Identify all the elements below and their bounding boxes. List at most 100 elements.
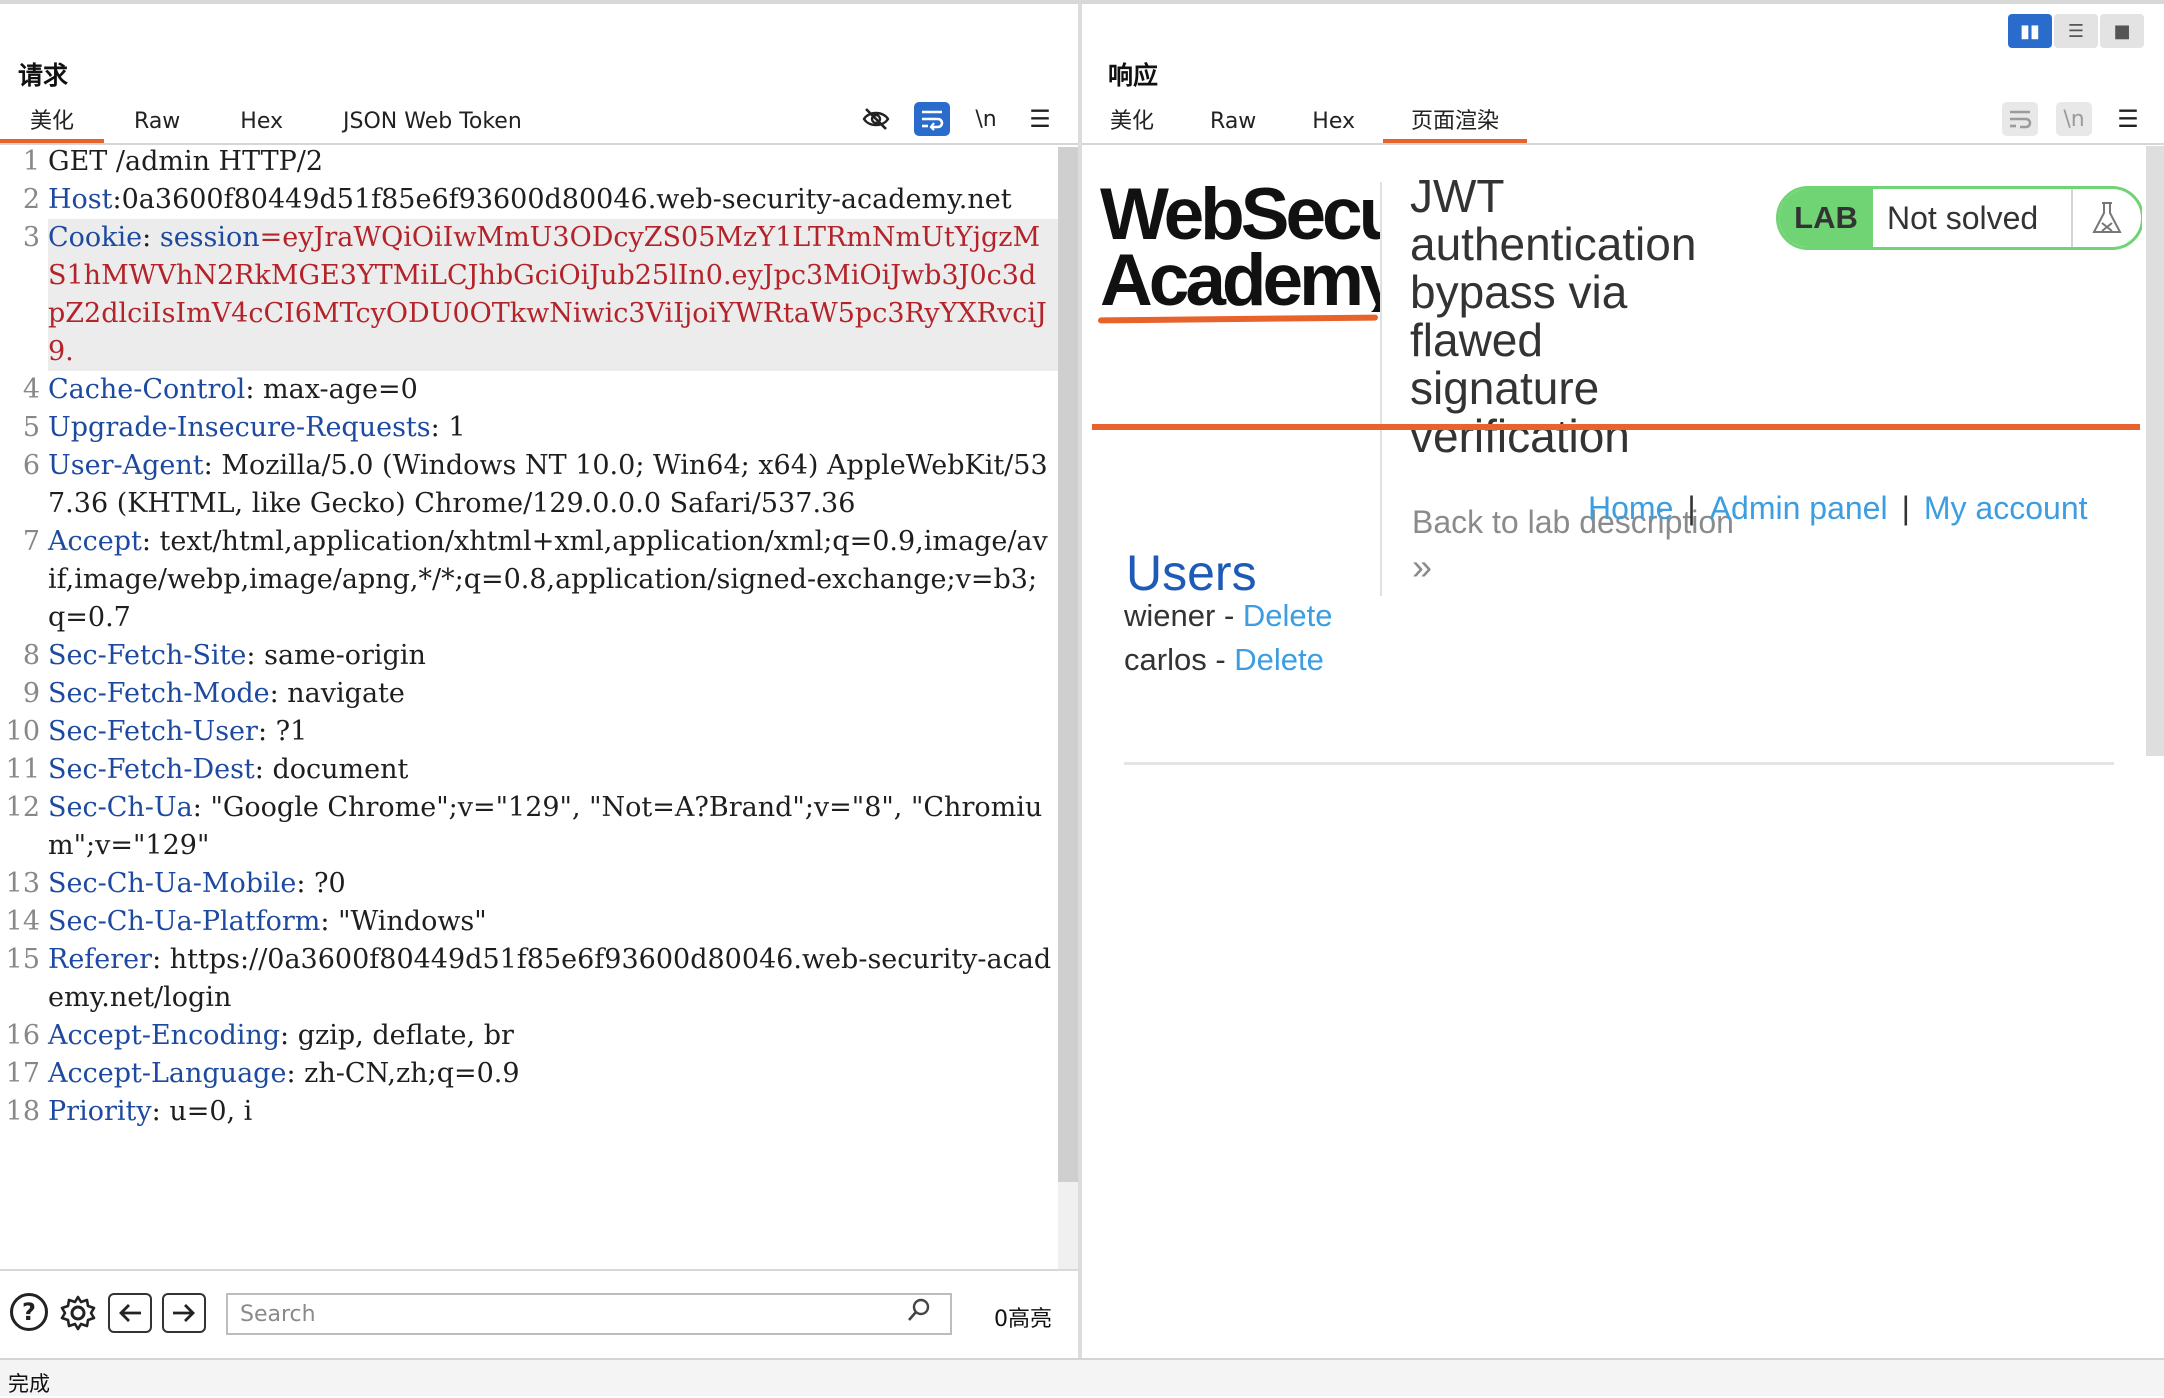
request-line[interactable]: 15 Referer: https://0a3600f80449d51f85e6f… bbox=[0, 941, 1058, 1017]
header-separator: : bbox=[246, 640, 265, 671]
user-name: carlos bbox=[1124, 642, 1207, 677]
request-line[interactable]: 6 User-Agent: Mozilla/5.0 (Windows NT 10.… bbox=[0, 447, 1058, 523]
nav-separator: | bbox=[1687, 490, 1696, 526]
user-row: carlos - Delete bbox=[1124, 642, 1324, 678]
request-line[interactable]: 3 Cookie: session=eyJraWQiOiIwMmU3ODcyZS0… bbox=[0, 219, 1058, 371]
header-separator: : bbox=[142, 222, 160, 253]
request-line[interactable]: 9 Sec-Fetch-Mode: navigate bbox=[0, 675, 1058, 713]
request-editor[interactable]: 1 GET /admin HTTP/2 2 Host:0a3600f80449d51f… bbox=[0, 143, 1058, 1269]
line-content: Sec-Fetch-User: ?1 bbox=[48, 713, 1058, 751]
tab-request-raw[interactable]: Raw bbox=[104, 100, 210, 144]
help-icon[interactable]: ? bbox=[10, 1293, 48, 1331]
request-tabs: 美化 Raw Hex JSON Web Token bbox=[0, 100, 552, 144]
user-name: wiener bbox=[1124, 598, 1216, 633]
request-line[interactable]: 8 Sec-Fetch-Site: same-origin bbox=[0, 637, 1058, 675]
header-name: Priority bbox=[48, 1096, 152, 1127]
nav-my-account-link[interactable]: My account bbox=[1924, 490, 2088, 527]
delete-user-link[interactable]: Delete bbox=[1234, 642, 1324, 677]
layout-single-button[interactable]: ■ bbox=[2100, 14, 2144, 48]
tab-response-raw[interactable]: Raw bbox=[1182, 100, 1284, 144]
tab-request-hex[interactable]: Hex bbox=[210, 100, 313, 144]
header-separator: : bbox=[320, 906, 339, 937]
line-number: 18 bbox=[5, 1096, 40, 1127]
header-value: 1 bbox=[448, 412, 466, 443]
web-security-academy-logo[interactable]: WebSecurity Academy bbox=[1100, 182, 1382, 312]
request-line[interactable]: 13 Sec-Ch-Ua-Mobile: ?0 bbox=[0, 865, 1058, 903]
request-line[interactable]: 2 Host:0a3600f80449d51f85e6f93600d80046.w… bbox=[0, 181, 1058, 219]
menu-icon[interactable]: ☰ bbox=[1022, 102, 1058, 136]
show-newlines-toggle[interactable]: \n bbox=[968, 102, 1004, 136]
tab-response-hex[interactable]: Hex bbox=[1284, 100, 1383, 144]
logo-line-1: WebSecurity bbox=[1100, 182, 1382, 255]
header-separator: : bbox=[257, 716, 276, 747]
lab-status-text: Not solved bbox=[1873, 189, 2073, 247]
header-value: same-origin bbox=[264, 640, 426, 671]
request-line[interactable]: 11 Sec-Fetch-Dest: document bbox=[0, 751, 1058, 789]
cookie-name: session bbox=[159, 222, 260, 253]
line-number: 9 bbox=[22, 678, 40, 709]
header-name: User-Agent bbox=[48, 450, 204, 481]
line-content: Cookie: session=eyJraWQiOiIwMmU3ODcyZS05… bbox=[48, 219, 1058, 371]
header-orange-bar bbox=[1092, 424, 2140, 430]
delete-user-link[interactable]: Delete bbox=[1243, 598, 1333, 633]
arrow-left-icon bbox=[119, 1304, 141, 1322]
layout-stacked-button[interactable]: ☰ bbox=[2054, 14, 2098, 48]
user-row: wiener - Delete bbox=[1124, 598, 1333, 634]
header-value: navigate bbox=[287, 678, 405, 709]
nav-home-link[interactable]: Home bbox=[1588, 490, 1673, 527]
eye-off-icon bbox=[862, 108, 890, 130]
request-line[interactable]: 5 Upgrade-Insecure-Requests: 1 bbox=[0, 409, 1058, 447]
tab-response-render[interactable]: 页面渲染 bbox=[1383, 100, 1528, 144]
search-input[interactable] bbox=[226, 1293, 952, 1335]
line-number: 16 bbox=[5, 1020, 40, 1051]
user-sep: - bbox=[1215, 598, 1243, 633]
request-line[interactable]: 17 Accept-Language: zh-CN,zh;q=0.9 bbox=[0, 1055, 1058, 1093]
line-number: 8 bbox=[22, 640, 40, 671]
chevron-right-icon: » bbox=[1412, 546, 1433, 587]
request-line[interactable]: 16 Accept-Encoding: gzip, deflate, br bbox=[0, 1017, 1058, 1055]
status-text: 完成 bbox=[8, 1372, 50, 1396]
request-line[interactable]: 4 Cache-Control: max-age=0 bbox=[0, 371, 1058, 409]
header-name: Accept-Encoding bbox=[48, 1020, 281, 1051]
request-line[interactable]: 14 Sec-Ch-Ua-Platform: "Windows" bbox=[0, 903, 1058, 941]
nav-admin-panel-link[interactable]: Admin panel bbox=[1710, 490, 1888, 527]
header-name: Upgrade-Insecure-Requests bbox=[48, 412, 431, 443]
layout-side-by-side-button[interactable]: ▮▮ bbox=[2008, 14, 2052, 48]
rendered-page: WebSecurity Academy JWT authentication b… bbox=[1090, 146, 2142, 1358]
request-scrollbar-thumb[interactable] bbox=[1058, 147, 1078, 1182]
lab-title: JWT authentication bypass via flawed sig… bbox=[1410, 170, 1697, 462]
response-scrollbar[interactable] bbox=[2146, 146, 2164, 756]
header-value: GET /admin HTTP/2 bbox=[48, 146, 324, 177]
tab-response-pretty[interactable]: 美化 bbox=[1082, 100, 1182, 144]
response-menu-icon[interactable]: ☰ bbox=[2110, 102, 2146, 136]
settings-gear-icon[interactable] bbox=[58, 1293, 98, 1333]
request-line[interactable]: 10 Sec-Fetch-User: ?1 bbox=[0, 713, 1058, 751]
line-number: 7 bbox=[22, 526, 40, 557]
header-value: https://0a3600f80449d51f85e6f93600d80046… bbox=[48, 944, 1052, 1013]
next-match-button[interactable] bbox=[162, 1293, 206, 1333]
line-content: Sec-Ch-Ua: "Google Chrome";v="129", "Not… bbox=[48, 789, 1058, 865]
users-heading: Users bbox=[1126, 545, 1257, 601]
search-icon[interactable] bbox=[906, 1297, 932, 1330]
request-line[interactable]: 18 Priority: u=0, i bbox=[0, 1093, 1058, 1131]
line-number: 4 bbox=[22, 374, 40, 405]
line-number: 5 bbox=[22, 412, 40, 443]
line-content: User-Agent: Mozilla/5.0 (Windows NT 10.0… bbox=[48, 447, 1058, 523]
hide-nonprintable-toggle[interactable] bbox=[858, 102, 894, 136]
header-name: Accept-Language bbox=[48, 1058, 287, 1089]
tab-request-pretty[interactable]: 美化 bbox=[0, 100, 105, 144]
request-line[interactable]: 1 GET /admin HTTP/2 bbox=[0, 143, 1058, 181]
request-line[interactable]: 12 Sec-Ch-Ua: "Google Chrome";v="129", "N… bbox=[0, 789, 1058, 865]
previous-match-button[interactable] bbox=[108, 1293, 152, 1333]
response-wrap-toggle[interactable] bbox=[2002, 102, 2038, 136]
header-name: Sec-Fetch-Mode bbox=[48, 678, 270, 709]
request-line[interactable]: 7 Accept: text/html,application/xhtml+xml… bbox=[0, 523, 1058, 637]
header-separator: : bbox=[245, 374, 264, 405]
line-number: 10 bbox=[5, 716, 40, 747]
header-separator: : bbox=[192, 792, 211, 823]
word-wrap-toggle[interactable] bbox=[914, 102, 950, 136]
tab-request-jwt[interactable]: JSON Web Token bbox=[313, 100, 552, 144]
line-content: Cache-Control: max-age=0 bbox=[48, 371, 1058, 409]
logo-line-2: Academy bbox=[1100, 240, 1382, 312]
response-newlines-toggle[interactable]: \n bbox=[2056, 102, 2092, 136]
